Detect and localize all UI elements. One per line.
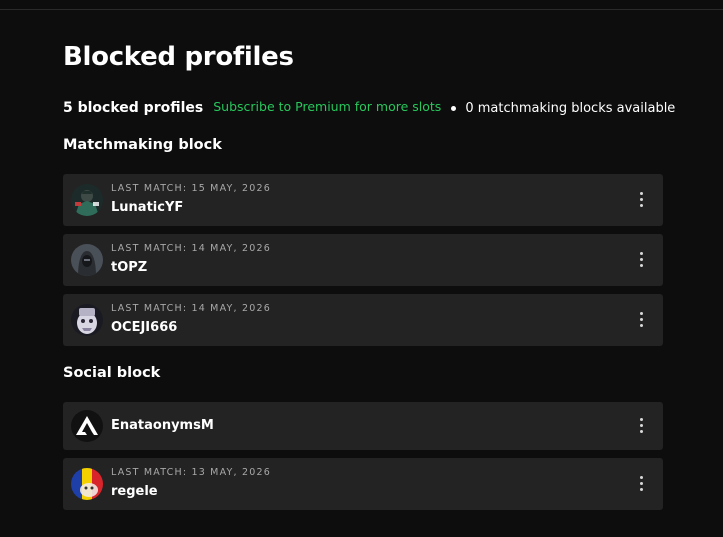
matchmaking-block-title: Matchmaking block [63, 137, 222, 153]
hooded-avatar-icon [71, 244, 103, 276]
profile-name[interactable]: LunaticYF [111, 200, 183, 215]
last-match-date: LAST MATCH: 14 MAY, 2026 [111, 243, 271, 254]
blocked-count: 5 blocked profiles [63, 100, 204, 116]
blocked-profile-row[interactable]: LAST MATCH: 15 MAY, 2026 LunaticYF [63, 174, 663, 226]
more-options-icon[interactable] [637, 252, 645, 268]
more-options-icon[interactable] [637, 418, 645, 434]
profile-name[interactable]: OCEJI666 [111, 320, 177, 335]
blocked-summary: 5 blocked profiles Subscribe to Premium … [63, 98, 675, 118]
blocked-profile-row[interactable]: LAST MATCH: 14 MAY, 2026 OCEJI666 [63, 294, 663, 346]
top-divider [0, 9, 723, 10]
last-match-date: LAST MATCH: 13 MAY, 2026 [111, 467, 271, 478]
separator-dot [451, 105, 457, 111]
matchmaking-blocks-available: 0 matchmaking blocks available [465, 100, 676, 116]
more-options-icon[interactable] [637, 312, 645, 328]
blocked-profile-row[interactable]: LAST MATCH: 14 MAY, 2026 tOPZ [63, 234, 663, 286]
profile-name[interactable]: tOPZ [111, 260, 147, 275]
blocked-profile-row[interactable]: EnataonymsM [63, 402, 663, 450]
more-options-icon[interactable] [637, 476, 645, 492]
flag-avatar-icon [71, 468, 103, 500]
more-options-icon[interactable] [637, 192, 645, 208]
blocked-profile-row[interactable]: LAST MATCH: 13 MAY, 2026 regele [63, 458, 663, 510]
subscribe-premium-link[interactable]: Subscribe to Premium for more slots [213, 99, 441, 114]
triangle-logo-avatar-icon [71, 410, 103, 442]
profile-name[interactable]: EnataonymsM [111, 418, 214, 433]
social-block-title: Social block [63, 365, 161, 381]
creature-avatar-icon [71, 304, 103, 336]
page-title: Blocked profiles [63, 42, 294, 72]
last-match-date: LAST MATCH: 14 MAY, 2026 [111, 303, 271, 314]
profile-name[interactable]: regele [111, 484, 158, 499]
soldier-avatar-icon [71, 184, 103, 216]
last-match-date: LAST MATCH: 15 MAY, 2026 [111, 183, 271, 194]
